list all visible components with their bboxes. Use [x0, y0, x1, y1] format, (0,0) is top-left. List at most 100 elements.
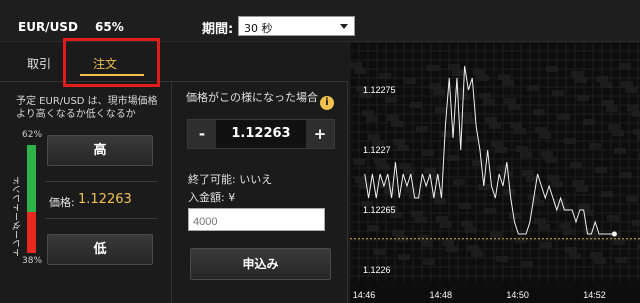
map-texture [632, 220, 640, 226]
map-texture [489, 123, 501, 129]
y-tick-label: 1.1226 [363, 265, 391, 275]
period-value: 30 秒 [244, 22, 273, 35]
map-texture [612, 130, 624, 136]
x-tick-label: 14:48 [430, 290, 453, 300]
price-chart: 1.12275 1.1227 1.12265 1.1226 14:46 14:48 14:5… [350, 42, 640, 303]
amount-label: 入金額: ¥ [188, 191, 236, 204]
map-texture [571, 71, 583, 77]
y-tick-label: 1.12275 [363, 85, 396, 95]
current-price-point [611, 231, 617, 237]
prediction-text: 予定 EUR/USD は、現市場価格より高くなるか低くなるか [16, 96, 158, 120]
x-tick-label: 14:52 [583, 290, 606, 300]
map-texture [471, 251, 483, 257]
map-texture [473, 69, 485, 75]
map-texture [373, 249, 385, 255]
map-texture [570, 162, 582, 168]
stepper-value[interactable]: 1.12263 [216, 120, 306, 148]
map-texture [467, 245, 479, 251]
period-label: 期間: [202, 22, 234, 37]
tab-bar: 取引 注文 i [0, 42, 348, 110]
map-texture [527, 85, 539, 91]
map-texture [427, 65, 439, 71]
map-texture [405, 187, 417, 193]
map-texture [608, 124, 620, 130]
map-texture [503, 189, 515, 195]
map-texture [572, 180, 584, 186]
apply-button[interactable]: 申込み [190, 248, 331, 280]
payout-percent: 65% [95, 20, 124, 34]
map-texture [558, 114, 570, 120]
map-texture [458, 94, 470, 100]
map-texture [532, 200, 544, 206]
map-texture [516, 146, 528, 152]
highlight-box [63, 38, 160, 87]
map-texture [440, 222, 452, 228]
map-texture [350, 62, 362, 68]
divider [45, 218, 157, 219]
map-texture [442, 240, 454, 246]
map-texture [621, 81, 633, 87]
map-texture [404, 78, 416, 84]
map-texture [435, 107, 447, 113]
map-texture [541, 151, 553, 157]
map-texture [563, 229, 575, 235]
map-texture [422, 150, 434, 156]
tab-trade-label: 取引 [27, 57, 52, 71]
x-tick-label: 14:46 [353, 290, 376, 300]
tab-trade[interactable]: 取引 [0, 42, 62, 82]
divider [45, 181, 157, 182]
map-texture [433, 89, 445, 95]
map-texture [625, 87, 637, 93]
amount-input[interactable] [188, 208, 325, 231]
map-texture [594, 258, 606, 264]
high-button[interactable]: 高 [47, 135, 153, 166]
decrement-button[interactable]: - [188, 120, 216, 148]
map-texture [368, 134, 380, 140]
trend-label: トレーダートレンド [13, 176, 23, 257]
map-texture [559, 223, 571, 229]
y-tick-label: 1.12265 [363, 205, 396, 215]
y-tick-label: 1.1227 [363, 145, 391, 155]
price-chart-svg: 1.12275 1.1227 1.12265 1.1226 14:46 14:48 14:5… [350, 42, 640, 300]
map-texture [453, 179, 465, 185]
trend-down-percent: 38% [22, 256, 43, 266]
end-availability-label: 終了可能: いいえ [188, 173, 273, 186]
x-tick-label: 14:50 [506, 290, 529, 300]
map-texture [539, 133, 551, 139]
map-texture [387, 115, 399, 121]
trading-app: EUR/USD 65% 期間: 30 秒 取引 注文 i 予定 EUR/USD … [0, 0, 640, 303]
map-texture [576, 186, 588, 192]
trend-up-percent: 62% [22, 130, 43, 140]
map-texture [626, 196, 638, 202]
map-texture [589, 143, 601, 149]
low-button[interactable]: 低 [47, 234, 153, 265]
condition-label: 価格がこの様になった場合 [186, 91, 318, 104]
map-texture [378, 164, 390, 170]
trend-up-fill [27, 145, 36, 212]
map-texture [590, 252, 602, 258]
map-texture [521, 261, 533, 267]
map-texture [485, 117, 497, 123]
map-texture [540, 242, 552, 248]
map-texture [534, 218, 546, 224]
map-texture [496, 256, 508, 262]
map-texture [607, 215, 619, 221]
map-texture [522, 170, 534, 176]
map-texture [545, 157, 557, 163]
order-panel: 価格がこの様になった場合 - 1.12263 + 終了可能: いいえ 入金額: … [172, 82, 348, 303]
price-stepper: - 1.12263 + [187, 119, 335, 149]
map-texture [423, 259, 435, 265]
period-select[interactable]: 30 秒 [238, 16, 355, 36]
price-label: 価格: [49, 196, 75, 209]
map-texture [504, 98, 516, 104]
map-texture [509, 213, 521, 219]
map-texture [490, 232, 502, 238]
price-value: 1.12263 [78, 192, 132, 207]
top-bar: EUR/USD 65% 期間: 30 秒 [0, 0, 640, 42]
currency-pair: EUR/USD [18, 20, 78, 34]
map-texture [514, 128, 526, 134]
map-texture [491, 141, 503, 147]
increment-button[interactable]: + [306, 120, 334, 148]
chevron-down-icon [340, 24, 348, 29]
map-texture [436, 216, 448, 222]
